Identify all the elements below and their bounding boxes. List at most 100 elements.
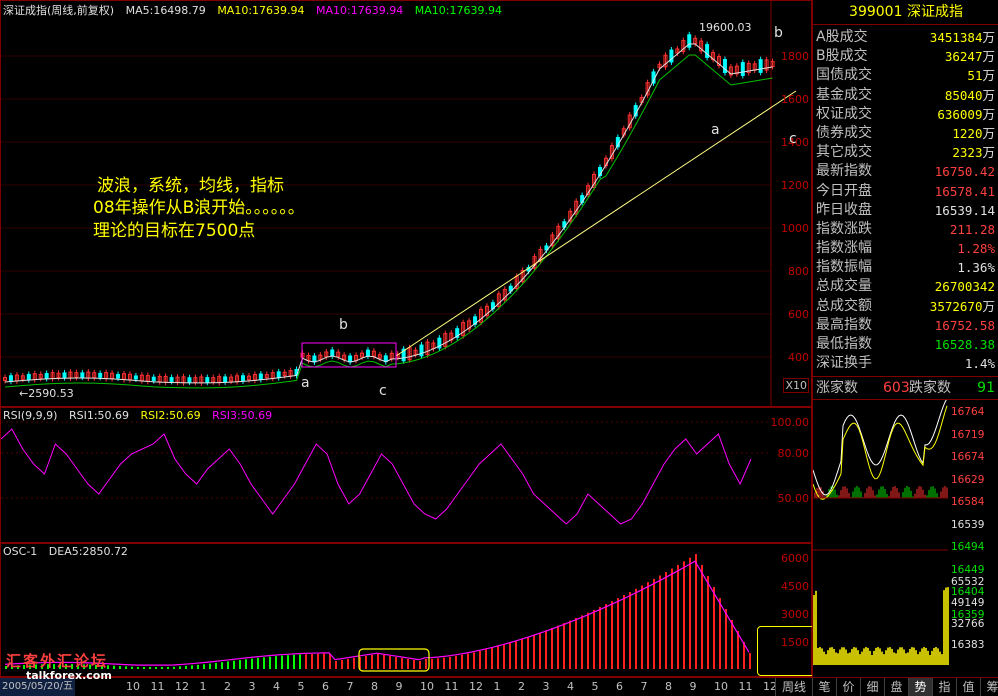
osc-bar [317, 653, 319, 669]
stat-value: 3451384万 [929, 30, 995, 45]
stat-row: 今日开盘 16578.41 [813, 182, 998, 201]
osc-bar [737, 631, 739, 669]
stat-label: 总成交额 [816, 297, 872, 314]
ytick: 4500 [781, 580, 809, 593]
mini-vol-bar [945, 587, 947, 665]
mini-ytick: 16629 [951, 473, 985, 486]
wave-label-c: c [379, 383, 387, 399]
wave-label-a2: a [711, 122, 720, 138]
stock-title[interactable]: 399001 深证成指 [813, 0, 998, 25]
osc-bar [521, 638, 523, 669]
osc-bar [491, 647, 493, 669]
mini-vol-bar [919, 651, 921, 665]
osc-bar [251, 658, 253, 669]
view-tabs: 周线笔价细盘势指值筹 [775, 678, 998, 696]
mini-vol-bar [903, 649, 905, 665]
mini-ytick: 16764 [951, 406, 985, 418]
osc-bar [185, 665, 187, 669]
stat-label: 指数涨跌 [816, 220, 872, 237]
osc-bar [605, 604, 607, 669]
osc-panel[interactable]: OSC-1 DEA5:2850.72 6000 4500 3000 1500 [0, 543, 845, 678]
rsi-canvas[interactable] [1, 408, 813, 544]
time-tick: 4 [273, 680, 280, 693]
watermark: 汇客外汇论坛 [6, 652, 109, 670]
time-tick: 1 [493, 680, 501, 693]
time-tick: 8 [665, 680, 672, 693]
annotation-line-3: 理论的目标在7500点 [93, 221, 256, 241]
mini-vol-bar [893, 652, 895, 665]
stat-label: 其它成交 [816, 144, 872, 161]
osc-bar [449, 656, 451, 669]
time-tick: 2 [518, 680, 525, 693]
mini-vol-bar [863, 648, 865, 665]
osc-bar [329, 653, 331, 669]
osc-bar [383, 655, 385, 669]
osc-bar [293, 654, 295, 669]
osc-bar [191, 665, 193, 669]
view-tab[interactable]: 周线 [775, 678, 812, 696]
trend-line [395, 90, 797, 357]
wave-label-a: a [301, 375, 310, 391]
watermark-url: talkforex.com [26, 669, 112, 682]
mini-vol-bar [873, 650, 875, 665]
osc-bar [629, 591, 631, 669]
osc-bar [647, 582, 649, 669]
osc-bar [659, 575, 661, 669]
scale-x10[interactable]: X10 [783, 378, 809, 393]
time-tick: 4 [567, 680, 574, 693]
view-tab[interactable]: 价 [836, 678, 860, 696]
mini-vol-bar [855, 647, 857, 665]
stat-row: 最新指数 16750.42 [813, 162, 998, 181]
bottom-bar: 10 11 12 1 2 3 4 5 6 7 8 9 10 11 12 1 2 3 4 5 6 7 8 9 10 11 12 周线笔… [0, 677, 998, 696]
rsi-y-axis: 100.00 80.00 50.00 [771, 408, 813, 544]
mini-vol-bar [865, 647, 867, 665]
osc-bar [611, 601, 613, 669]
time-tick: 1 [199, 680, 207, 693]
osc-bar [257, 657, 259, 669]
osc-bar [569, 620, 571, 669]
mini-vol-bar [939, 651, 941, 665]
stat-label: 最低指数 [816, 336, 872, 352]
advance-decline: 涨家数 603 跌家数 91 [813, 376, 998, 400]
osc-bar [431, 658, 433, 669]
view-tab[interactable]: 盘 [884, 678, 908, 696]
mini-vol-bar [829, 647, 831, 665]
osc-bar [509, 642, 511, 669]
osc-bar [467, 653, 469, 669]
osc-bar [341, 660, 343, 669]
mini-vol-bar [917, 654, 919, 665]
view-tab[interactable]: 势 [908, 678, 932, 696]
rsi-panel[interactable]: RSI(9,9,9) RSI1:50.69 RSI2:50.69 RSI3:50… [0, 407, 812, 543]
mini-ytick: 16494 [951, 541, 985, 553]
mini-vol-bar [819, 647, 821, 665]
osc-bar [149, 667, 151, 669]
osc-bar [143, 667, 145, 669]
intraday-mini-chart[interactable]: 16764 16719 16674 16629 16584 16539 16494 16449… [813, 400, 998, 676]
view-tab[interactable]: 筹 [980, 678, 998, 696]
mini-vol-bar [901, 647, 903, 665]
osc-bar [635, 588, 637, 669]
osc-bar [245, 659, 247, 669]
stat-row: 债券成交 1220万 [813, 124, 998, 143]
osc-bar [407, 659, 409, 669]
osc-bar [311, 654, 313, 669]
ytick: 1800 [781, 50, 809, 63]
mini-vol-bar [867, 647, 869, 665]
view-tab[interactable]: 笔 [812, 678, 836, 696]
view-tab[interactable]: 指 [932, 678, 956, 696]
view-tab[interactable]: 细 [860, 678, 884, 696]
ytick: 6000 [781, 552, 809, 565]
mini-vol-bar [913, 647, 915, 665]
stat-value: 1220万 [952, 125, 995, 141]
osc-bar [239, 659, 241, 669]
time-tick: 5 [297, 680, 305, 693]
osc-canvas[interactable] [1, 544, 813, 678]
osc-bar [557, 625, 559, 669]
mini-vol-bar [849, 652, 851, 665]
osc-bar [287, 655, 289, 669]
mini-vol-bar [831, 647, 833, 665]
mini-vol-bar [897, 649, 899, 665]
kline-panel[interactable]: 深证成指(周线,前复权) MA5:16498.79 MA10:17639.94 … [0, 0, 812, 408]
view-tab[interactable]: 值 [956, 678, 980, 696]
mini-ytick: 16584 [951, 496, 985, 508]
